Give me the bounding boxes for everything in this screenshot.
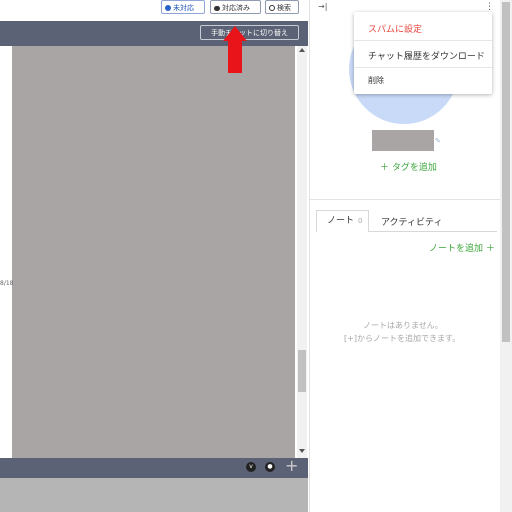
section-divider <box>309 199 500 200</box>
redacted-message-content <box>12 46 295 461</box>
scroll-up-icon[interactable] <box>299 48 305 52</box>
composer-toolbar <box>0 458 308 478</box>
edit-name-icon[interactable]: ✎ <box>435 137 441 145</box>
unresolved-label: 未対応 <box>173 4 194 12</box>
more-options-menu: スパムに設定 チャット履歴をダウンロード 削除 <box>354 12 492 94</box>
note-count-badge: 0 <box>358 217 363 225</box>
search-label: 検索 <box>277 4 291 12</box>
empty-notes-hint: [+]からノートを追加できます。 <box>344 334 461 343</box>
add-note-link[interactable]: ノートを追加 ＋ <box>429 241 495 254</box>
message-date: 8/18 <box>0 280 14 287</box>
tab-activity[interactable]: アクティビティ <box>381 215 442 228</box>
message-composer[interactable] <box>0 478 308 512</box>
resolved-label: 対応済み <box>222 4 250 12</box>
download-chat-history-item[interactable]: チャット履歴をダウンロード <box>368 49 485 62</box>
chat-bubble-icon <box>214 5 220 11</box>
add-tag-link[interactable]: ＋ タグを追加 <box>380 160 437 173</box>
panel-scrollbar-thumb[interactable] <box>502 2 510 342</box>
add-attachment-icon[interactable]: + <box>285 456 298 476</box>
annotation-arrow-head <box>223 26 247 41</box>
delete-item[interactable]: 削除 <box>368 75 384 86</box>
unresolved-filter-button[interactable]: 未対応 <box>161 0 205 14</box>
status-dot-icon <box>165 5 171 11</box>
template-icon[interactable]: v <box>246 462 256 472</box>
resolved-filter-button[interactable]: 対応済み <box>210 0 261 14</box>
chat-scrollbar[interactable] <box>297 46 307 458</box>
tab-notes-label: ノート <box>327 216 355 226</box>
tab-underline <box>369 231 497 232</box>
menu-divider <box>354 67 492 68</box>
scroll-down-icon[interactable] <box>299 449 305 453</box>
search-icon <box>269 5 275 11</box>
menu-divider <box>354 40 492 41</box>
collapse-panel-icon[interactable]: →| <box>318 2 327 11</box>
switch-to-manual-chat-button[interactable]: 手動チャットに切り替え <box>200 25 299 40</box>
empty-notes-message: ノートはありません。 <box>363 321 443 330</box>
chat-bubble-icon[interactable]: ● <box>265 462 275 472</box>
redacted-customer-name <box>372 130 434 151</box>
chat-scrollbar-thumb[interactable] <box>298 350 306 392</box>
top-toolbar: 未対応 対応済み 検索 <box>0 0 308 20</box>
mark-as-spam-item[interactable]: スパムに設定 <box>368 22 422 35</box>
kebab-menu-icon[interactable]: ⋮ <box>485 2 494 12</box>
search-button[interactable]: 検索 <box>265 0 299 14</box>
annotation-arrow-shaft <box>228 40 242 73</box>
tab-notes[interactable]: ノート 0 <box>316 210 369 232</box>
